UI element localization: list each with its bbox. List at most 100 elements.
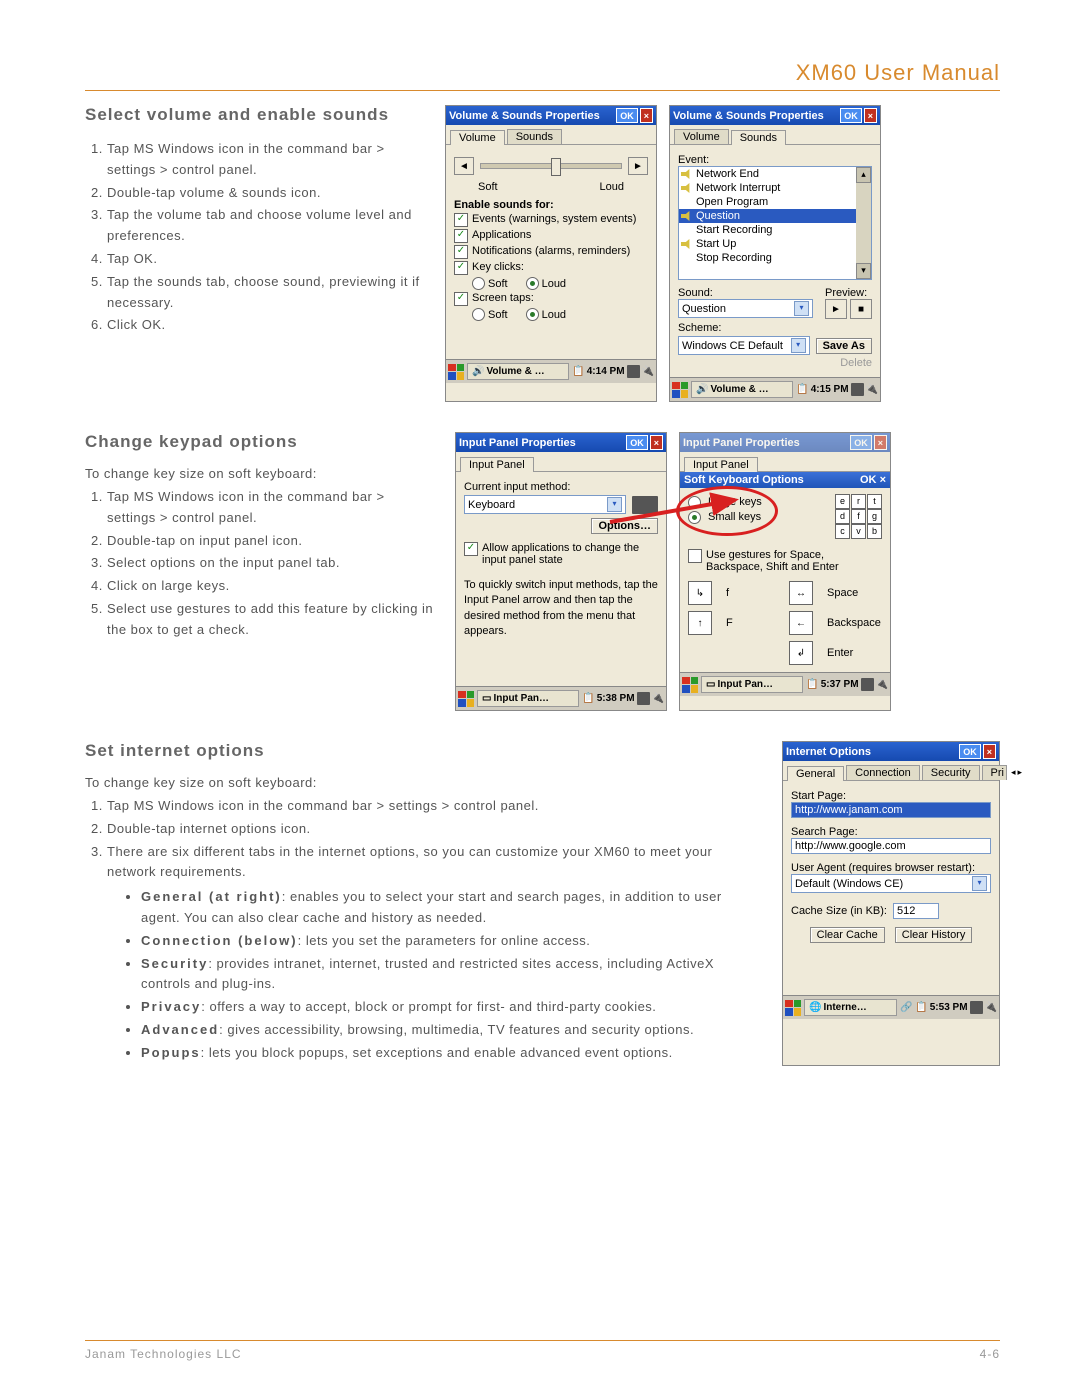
tab-scroll-right[interactable]: ▸ xyxy=(1018,767,1023,778)
window-title: Input Panel Properties xyxy=(459,437,576,449)
tab-general[interactable]: General xyxy=(787,766,844,781)
tray-icon[interactable]: 🔌 xyxy=(866,384,878,395)
window-title: Input Panel Properties xyxy=(683,437,800,449)
start-page-input[interactable]: http://www.janam.com xyxy=(791,802,991,818)
ok-button[interactable]: OK xyxy=(959,744,981,759)
step: Click OK. xyxy=(107,315,425,336)
task-item[interactable]: ▭ Input Pan… xyxy=(701,676,803,693)
cache-size-input[interactable]: 512 xyxy=(893,903,939,919)
gesture-back-label: Backspace xyxy=(827,617,882,629)
ok-button[interactable]: OK xyxy=(840,108,862,123)
footer-company: Janam Technologies LLC xyxy=(85,1347,242,1361)
tray-icon[interactable]: 🔌 xyxy=(642,366,654,377)
gesture-icon: ↑ xyxy=(688,611,712,635)
checkbox-keyclicks[interactable]: ✓ xyxy=(454,261,468,275)
method-dropdown[interactable]: Keyboard▾ xyxy=(464,495,626,514)
tray-icon[interactable]: 🔌 xyxy=(652,693,664,704)
vol-left-button[interactable]: ◄ xyxy=(454,157,474,175)
stop-button[interactable]: ■ xyxy=(850,299,872,319)
keyboard-icon[interactable] xyxy=(861,678,874,691)
annotation-circle xyxy=(676,486,778,536)
soft-label: Soft xyxy=(478,181,498,193)
tab-security[interactable]: Security xyxy=(922,765,980,780)
checkbox-events[interactable]: ✓ xyxy=(454,213,468,227)
scheme-label: Scheme: xyxy=(678,322,872,334)
checkbox-screentaps-label: Screen taps: xyxy=(472,292,534,304)
task-item[interactable]: 🌐 Interne… xyxy=(804,999,897,1016)
sound-label: Sound: xyxy=(678,287,813,299)
start-icon[interactable] xyxy=(672,382,688,398)
clear-history-button[interactable]: Clear History xyxy=(895,927,973,943)
dialog-ok-button[interactable]: OK xyxy=(860,474,877,486)
vol-right-button[interactable]: ► xyxy=(628,157,648,175)
start-icon[interactable] xyxy=(682,677,698,693)
screenshot-sounds-tab: Volume & Sounds Properties OK × Volume S… xyxy=(669,105,881,402)
sound-dropdown[interactable]: Question▾ xyxy=(678,299,813,318)
close-button[interactable]: × xyxy=(864,108,877,123)
dialog-close-button[interactable]: × xyxy=(880,474,886,486)
checkbox-allow-change[interactable]: ✓ xyxy=(464,542,478,556)
tray-icon[interactable]: 🔌 xyxy=(985,1002,997,1013)
start-icon[interactable] xyxy=(458,691,474,707)
task-item[interactable]: ▭ Input Pan… xyxy=(477,690,579,707)
checkbox-gestures[interactable] xyxy=(688,549,702,563)
checkbox-apps[interactable]: ✓ xyxy=(454,229,468,243)
tab-connection[interactable]: Connection xyxy=(846,765,920,780)
start-icon[interactable] xyxy=(785,1000,801,1016)
close-button[interactable]: × xyxy=(983,744,996,759)
screenshot-internet-options: Internet Options OK× General Connection … xyxy=(782,741,1000,1066)
radio-keys-soft[interactable] xyxy=(472,277,485,290)
clear-cache-button[interactable]: Clear Cache xyxy=(810,927,885,943)
ok-button[interactable]: OK xyxy=(850,435,872,450)
keyboard-icon[interactable] xyxy=(970,1001,983,1014)
page-footer: Janam Technologies LLC 4-6 xyxy=(85,1340,1000,1361)
tab-volume[interactable]: Volume xyxy=(450,130,505,145)
clock: 5:37 PM xyxy=(821,679,859,690)
cache-size-label: Cache Size (in KB): xyxy=(791,905,887,917)
clock: 5:38 PM xyxy=(597,693,635,704)
options-button[interactable]: Options… xyxy=(591,518,658,534)
tab-volume[interactable]: Volume xyxy=(674,129,729,144)
scheme-dropdown[interactable]: Windows CE Default▾ xyxy=(678,336,810,355)
play-button[interactable]: ► xyxy=(825,299,847,319)
search-page-input[interactable]: http://www.google.com xyxy=(791,838,991,854)
ok-button[interactable]: OK xyxy=(626,435,648,450)
radio-taps-loud[interactable] xyxy=(526,308,539,321)
user-agent-dropdown[interactable]: Default (Windows CE)▾ xyxy=(791,874,991,893)
event-label: Event: xyxy=(678,154,872,166)
radio-taps-soft[interactable] xyxy=(472,308,485,321)
task-item[interactable]: 🔊 Volume & … xyxy=(467,363,569,380)
radio-keys-loud[interactable] xyxy=(526,277,539,290)
section1-steps: Tap MS Windows icon in the command bar >… xyxy=(107,139,425,336)
task-item[interactable]: 🔊 Volume & … xyxy=(691,381,793,398)
tab-input-panel[interactable]: Input Panel xyxy=(460,457,534,472)
tip-text: To quickly switch input methods, tap the… xyxy=(464,578,658,640)
tab-input-panel[interactable]: Input Panel xyxy=(684,457,758,472)
close-button[interactable]: × xyxy=(640,108,653,123)
checkbox-screentaps[interactable]: ✓ xyxy=(454,292,468,306)
section3-intro: To change key size on soft keyboard: xyxy=(85,775,762,790)
taskbar: 🔊 Volume & … 📋 4:14 PM 🔌 xyxy=(446,359,656,383)
tab-scroll-left[interactable]: ◂ xyxy=(1011,767,1016,778)
keyboard-icon[interactable] xyxy=(637,692,650,705)
scrollbar[interactable]: ▴▾ xyxy=(856,167,871,279)
step: Select use gestures to add this feature … xyxy=(107,599,435,641)
tab-privacy[interactable]: Pri xyxy=(982,765,1007,780)
close-button[interactable]: × xyxy=(874,435,887,450)
close-button[interactable]: × xyxy=(650,435,663,450)
keyboard-icon[interactable] xyxy=(851,383,864,396)
volume-slider[interactable] xyxy=(480,163,622,169)
event-listbox[interactable]: Network End Network Interrupt Open Progr… xyxy=(678,166,872,280)
tray-icon[interactable]: 🔌 xyxy=(876,679,888,690)
tab-sounds[interactable]: Sounds xyxy=(507,129,562,144)
speaker-icon xyxy=(681,239,693,249)
save-as-button[interactable]: Save As xyxy=(816,338,872,354)
ok-button[interactable]: OK xyxy=(616,108,638,123)
keyboard-icon[interactable] xyxy=(627,365,640,378)
section2-intro: To change key size on soft keyboard: xyxy=(85,466,435,481)
section-internet: Set internet options To change key size … xyxy=(85,741,1000,1066)
checkbox-notifications[interactable]: ✓ xyxy=(454,245,468,259)
taskbar: ▭ Input Pan… 📋 5:37 PM 🔌 xyxy=(680,672,890,696)
tab-sounds[interactable]: Sounds xyxy=(731,130,786,145)
start-icon[interactable] xyxy=(448,364,464,380)
